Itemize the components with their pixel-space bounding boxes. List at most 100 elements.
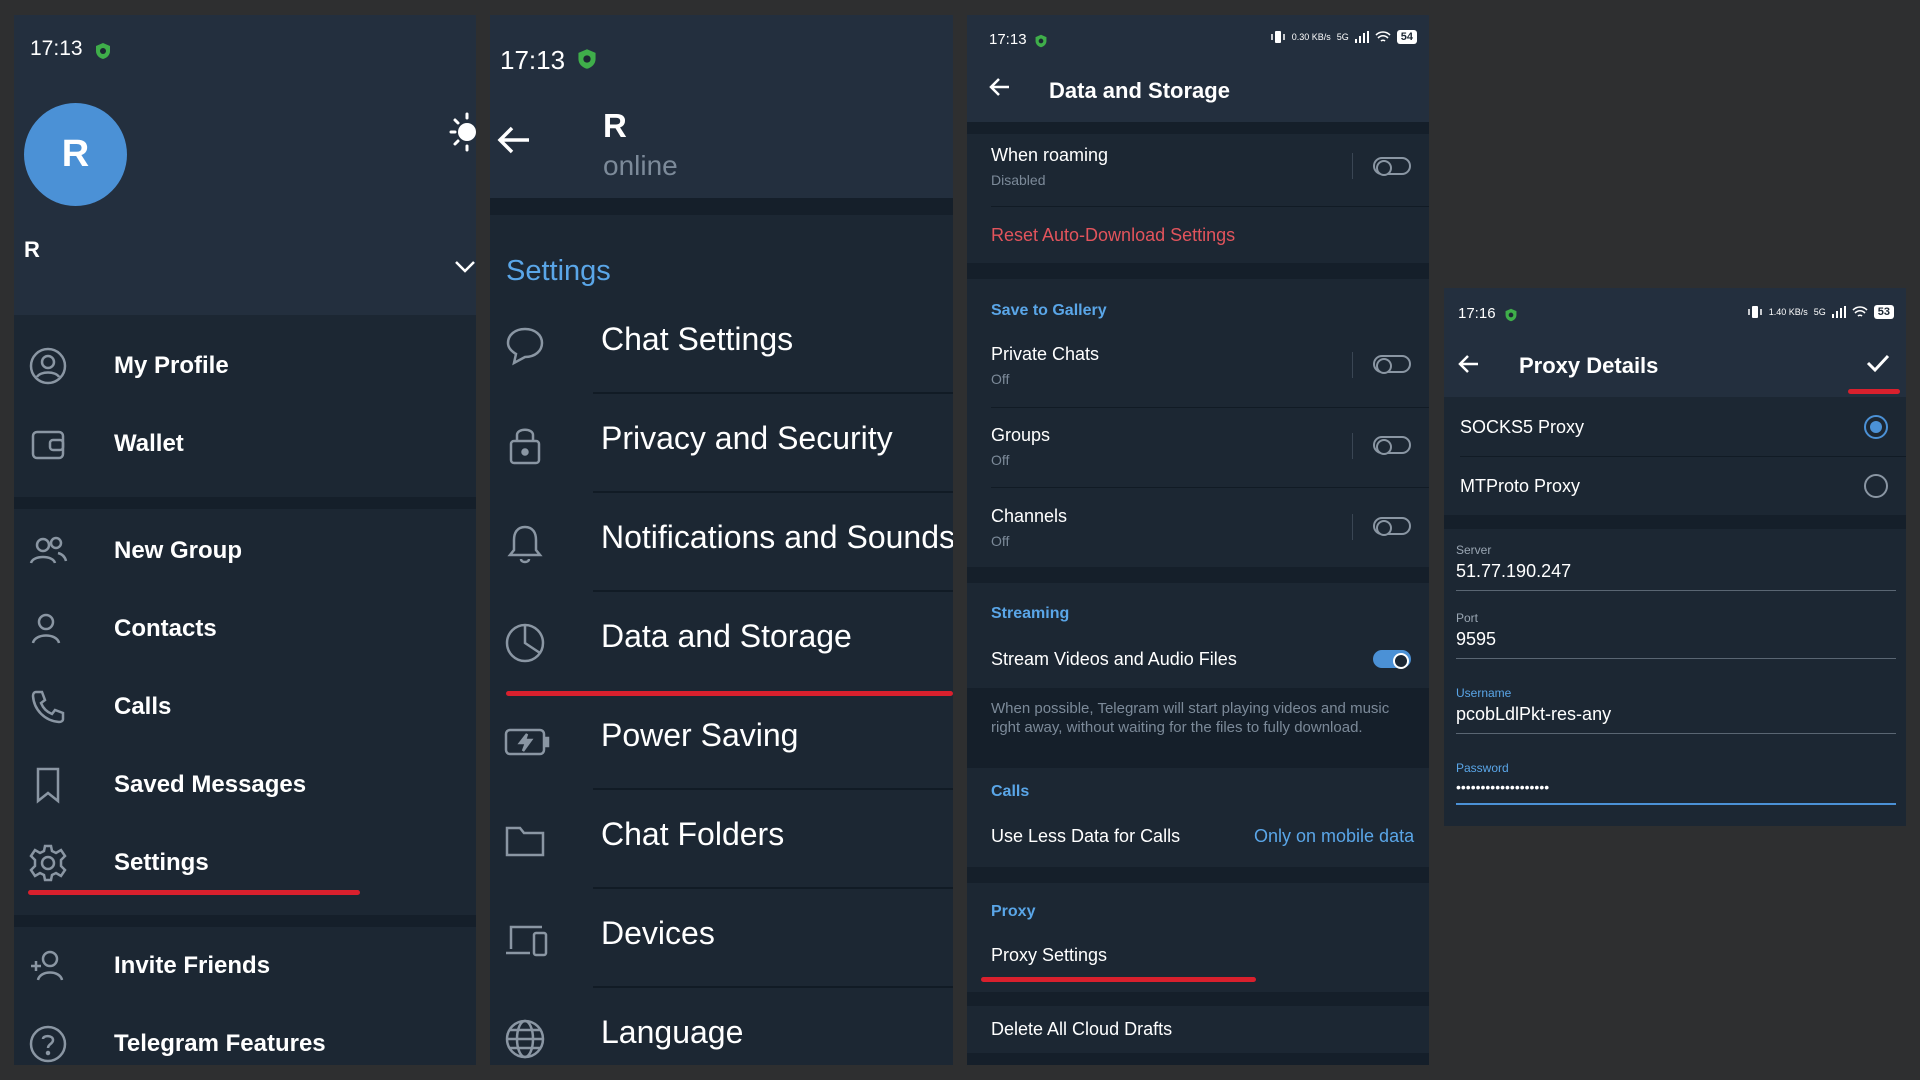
private-chats-toggle[interactable]: [1373, 355, 1411, 374]
username-field[interactable]: Username pcobLdlPkt-res-any: [1456, 686, 1896, 734]
menu-item-contacts[interactable]: Contacts: [14, 590, 476, 668]
net-type: 5G: [1336, 32, 1349, 42]
net-type: 5G: [1813, 307, 1826, 317]
theme-toggle-icon[interactable]: [448, 110, 476, 154]
divider: [1352, 352, 1353, 378]
status-bar-icons: 0.30 KB/s 5G 54: [1270, 30, 1417, 44]
reset-auto-download-button[interactable]: Reset Auto-Download Settings: [991, 225, 1235, 246]
password-caption: Password: [1456, 761, 1509, 775]
settings-item-notifications[interactable]: Notifications and Sounds: [490, 493, 953, 592]
menu-item-invite-friends[interactable]: Invite Friends: [14, 927, 476, 1005]
menu-item-calls[interactable]: Calls: [14, 668, 476, 746]
highlight-underline: [981, 977, 1256, 982]
highlight-underline: [1848, 389, 1900, 394]
bookmark-icon: [28, 765, 68, 805]
back-arrow-icon[interactable]: [989, 77, 1011, 97]
menu-item-label: Wallet: [114, 430, 184, 457]
battery-level: 53: [1873, 305, 1894, 319]
mtproto-option[interactable]: MTProto Proxy: [1444, 457, 1906, 515]
streaming-hint: When possible, Telegram will start playi…: [991, 700, 1390, 736]
status-time: 17:13: [989, 31, 1027, 48]
settings-item-label: Data and Storage: [601, 618, 852, 654]
battery-icon: [504, 721, 550, 763]
section-header-calls: Calls: [991, 783, 1030, 800]
stream-videos-toggle[interactable]: [1373, 650, 1411, 669]
signal-icon: [1354, 31, 1369, 43]
username-value[interactable]: pcobLdlPkt-res-any: [1456, 704, 1896, 725]
back-arrow-icon[interactable]: [496, 125, 532, 155]
menu-item-label: Settings: [114, 849, 209, 876]
settings-item-label: Chat Settings: [601, 321, 794, 357]
private-chats-value: Off: [991, 371, 1010, 387]
section-header-gallery: Save to Gallery: [991, 302, 1107, 319]
groups-toggle[interactable]: [1373, 436, 1411, 455]
menu-item-saved-messages[interactable]: Saved Messages: [14, 746, 476, 824]
private-chats-label: Private Chats: [991, 344, 1100, 364]
divider: [967, 567, 1429, 583]
username-caption: Username: [1456, 686, 1512, 700]
phone-icon: [28, 687, 68, 727]
settings-item-privacy[interactable]: Privacy and Security: [490, 394, 953, 493]
menu-item-telegram-features[interactable]: Telegram Features: [14, 1005, 476, 1065]
avatar[interactable]: R: [24, 103, 127, 206]
option-label: SOCKS5 Proxy: [1460, 417, 1585, 437]
menu-item-label: Calls: [114, 693, 172, 720]
settings-item-chat-settings[interactable]: Chat Settings: [490, 295, 953, 394]
vibrate-icon: [1747, 305, 1763, 319]
settings-item-label: Privacy and Security: [601, 420, 893, 456]
chevron-down-icon[interactable]: [454, 260, 476, 274]
globe-icon: [504, 1018, 546, 1060]
menu-item-label: Invite Friends: [114, 952, 271, 979]
menu-item-wallet[interactable]: Wallet: [14, 405, 476, 483]
checkmark-icon[interactable]: [1865, 352, 1891, 374]
highlight-underline: [28, 890, 360, 895]
port-value[interactable]: 9595: [1456, 629, 1896, 650]
user-name: R: [24, 237, 40, 262]
channels-toggle[interactable]: [1373, 517, 1411, 536]
roaming-toggle[interactable]: [1373, 157, 1411, 176]
menu-item-label: New Group: [114, 537, 243, 564]
section-header-streaming: Streaming: [991, 605, 1070, 622]
question-icon: [28, 1024, 68, 1064]
back-arrow-icon[interactable]: [1458, 354, 1480, 374]
vpn-shield-icon: [1504, 308, 1518, 322]
menu-item-label: Contacts: [114, 615, 217, 642]
channels-value: Off: [991, 533, 1010, 549]
section-header-proxy: Proxy: [991, 903, 1036, 920]
divider: [967, 1053, 1429, 1065]
settings-item-data-storage[interactable]: Data and Storage: [490, 592, 953, 691]
password-value[interactable]: •••••••••••••••••••: [1456, 779, 1896, 795]
menu-item-new-group[interactable]: New Group: [14, 512, 476, 590]
password-field[interactable]: Password •••••••••••••••••••: [1456, 761, 1896, 805]
groups-label: Groups: [991, 425, 1051, 445]
settings-panel: 17:13 R online Settings Chat Settings Pr…: [490, 15, 953, 1065]
divider: [1352, 433, 1353, 459]
less-data-calls-value: Only on mobile data: [1254, 826, 1415, 846]
divider: [1352, 514, 1353, 540]
lock-icon: [504, 424, 546, 466]
socks5-radio[interactable]: [1864, 415, 1888, 439]
server-value[interactable]: 51.77.190.247: [1456, 561, 1896, 582]
settings-item-chat-folders[interactable]: Chat Folders: [490, 790, 953, 889]
socks5-option[interactable]: SOCKS5 Proxy: [1444, 398, 1906, 456]
server-field[interactable]: Server 51.77.190.247: [1456, 543, 1896, 591]
add-person-icon: [28, 946, 68, 986]
option-label: MTProto Proxy: [1460, 476, 1581, 496]
chat-bubble-icon: [504, 325, 546, 367]
port-field[interactable]: Port 9595: [1456, 611, 1896, 659]
menu-item-my-profile[interactable]: My Profile: [14, 327, 476, 405]
net-speed: 0.30 KB/s: [1291, 32, 1331, 42]
settings-item-devices[interactable]: Devices: [490, 889, 953, 988]
settings-item-power-saving[interactable]: Power Saving: [490, 691, 953, 790]
data-storage-panel: 17:13 0.30 KB/s 5G 54 Data and Storage W…: [967, 15, 1429, 1065]
profile-icon: [28, 346, 68, 386]
group-icon: [28, 531, 68, 571]
status-bar-icons: 1.40 KB/s 5G 53: [1747, 305, 1894, 319]
bell-icon: [504, 523, 546, 565]
delete-cloud-drafts-button[interactable]: Delete All Cloud Drafts: [991, 1019, 1172, 1040]
proxy-settings-button[interactable]: Proxy Settings: [991, 945, 1107, 966]
mtproto-radio[interactable]: [1864, 474, 1888, 498]
settings-item-language[interactable]: Language: [490, 988, 953, 1065]
divider: [991, 206, 1429, 207]
page-title: Data and Storage: [1049, 78, 1230, 103]
